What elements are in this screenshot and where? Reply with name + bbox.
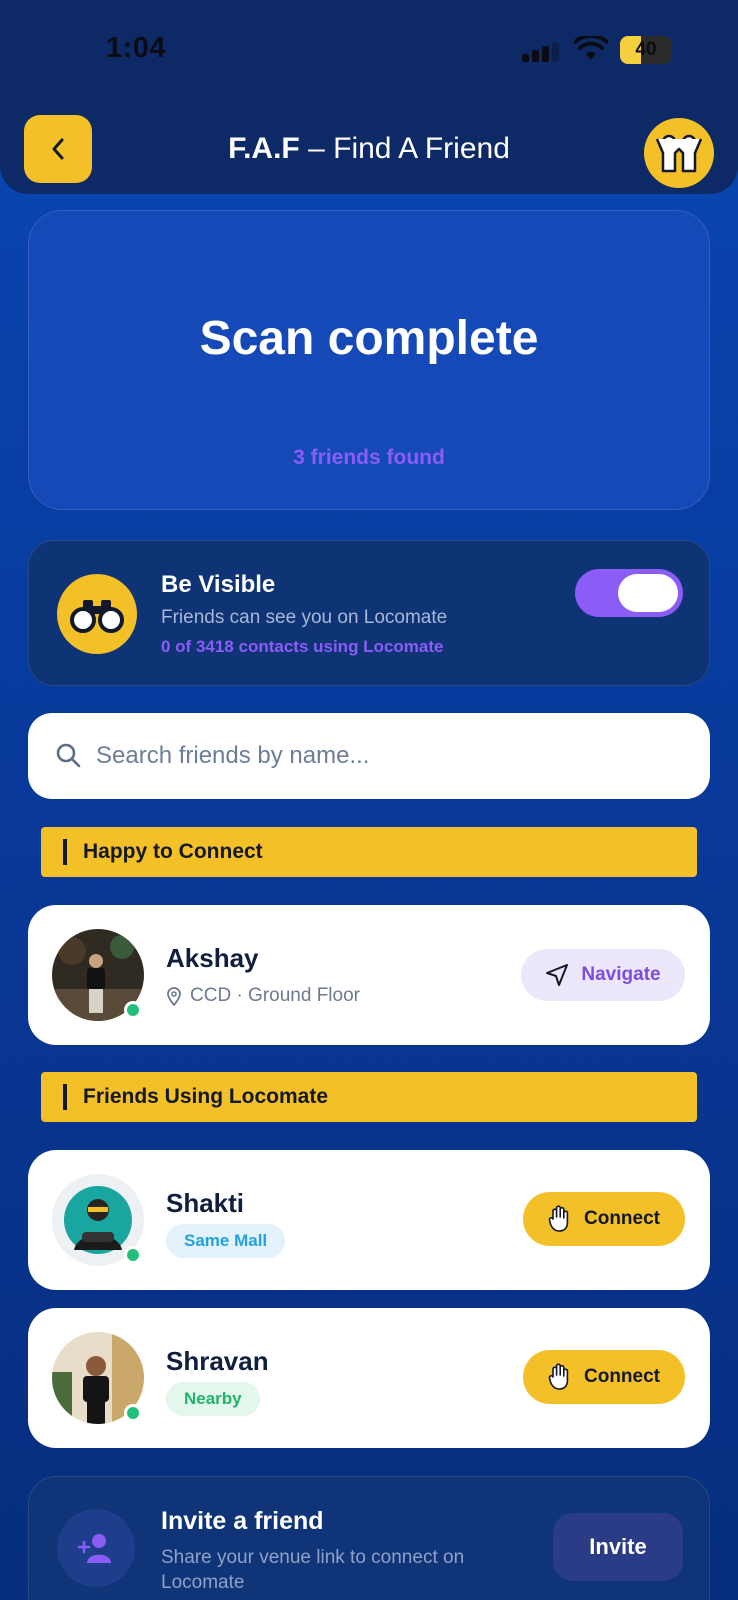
navigate-label: Navigate xyxy=(581,964,661,985)
title-rest: – Find A Friend xyxy=(299,132,510,165)
faf-logo[interactable] xyxy=(644,118,714,188)
battery-icon: 40 xyxy=(620,36,672,64)
location-text: CCD · Ground Floor xyxy=(190,985,360,1006)
battery-level: 40 xyxy=(635,39,657,60)
add-user-icon xyxy=(57,1509,135,1587)
proximity-badge: Nearby xyxy=(166,1382,260,1416)
online-indicator xyxy=(124,1001,142,1019)
contacts-count: 0 of 3418 contacts using Locomate xyxy=(161,637,444,656)
search-icon xyxy=(56,743,81,768)
connect-button[interactable]: Connect xyxy=(523,1192,685,1246)
page-title: F.A.F – Find A Friend xyxy=(0,132,738,166)
location-pin-icon xyxy=(167,987,181,1006)
invite-button[interactable]: Invite xyxy=(553,1513,683,1581)
friend-card-shakti[interactable]: Shakti Same Mall Connect xyxy=(28,1150,710,1290)
hand-wave-icon xyxy=(548,1363,569,1390)
invite-title: Invite a friend xyxy=(161,1507,324,1535)
cellular-signal-icon xyxy=(522,40,560,62)
navigation-arrow-icon xyxy=(546,964,569,986)
section-marker xyxy=(63,1084,67,1110)
visibility-card: Be Visible Friends can see you on Locoma… xyxy=(28,540,710,686)
connect-button[interactable]: Connect xyxy=(523,1350,685,1404)
friend-name: Shravan xyxy=(166,1346,269,1376)
visibility-subtitle: Friends can see you on Locomate xyxy=(161,607,448,628)
friend-location: CCD · Ground Floor xyxy=(166,985,360,1007)
friend-card-akshay[interactable]: Akshay CCD · Ground Floor Navigate xyxy=(28,905,710,1045)
friend-card-shravan[interactable]: Shravan Nearby Connect xyxy=(28,1308,710,1448)
connect-label: Connect xyxy=(584,1366,660,1387)
title-bold: F.A.F xyxy=(228,132,300,165)
online-indicator xyxy=(124,1404,142,1422)
online-indicator xyxy=(124,1246,142,1264)
section-header-friends-using-locomate: Friends Using Locomate xyxy=(41,1072,697,1122)
friends-found-count: 3 friends found xyxy=(293,446,445,469)
friend-name: Shakti xyxy=(166,1188,245,1218)
wifi-icon xyxy=(574,36,608,60)
invite-subtitle: Share your venue link to connect on Loco… xyxy=(161,1547,465,1593)
toggle-knob xyxy=(618,574,678,612)
proximity-badge: Same Mall xyxy=(166,1224,286,1258)
visibility-title: Be Visible xyxy=(161,571,276,598)
section-header-happy-to-connect: Happy to Connect xyxy=(41,827,697,877)
invite-card: Invite a friend Share your venue link to… xyxy=(28,1476,710,1600)
search-input[interactable] xyxy=(96,731,686,781)
section-label: Friends Using Locomate xyxy=(83,1085,329,1108)
section-marker xyxy=(63,839,67,865)
search-bar xyxy=(28,713,710,799)
visibility-toggle[interactable] xyxy=(575,569,683,617)
connect-label: Connect xyxy=(584,1208,660,1229)
navigate-button[interactable]: Navigate xyxy=(521,949,685,1001)
status-bar: 1:04 40 xyxy=(0,0,738,100)
scan-title: Scan complete xyxy=(199,312,539,365)
scan-status-card: Scan complete 3 friends found xyxy=(28,210,710,510)
hand-wave-icon xyxy=(548,1205,569,1232)
binoculars-icon xyxy=(57,574,137,654)
status-time: 1:04 xyxy=(106,32,167,64)
friends-group-icon xyxy=(655,134,703,173)
section-label: Happy to Connect xyxy=(83,840,263,863)
friend-name: Akshay xyxy=(166,943,259,973)
